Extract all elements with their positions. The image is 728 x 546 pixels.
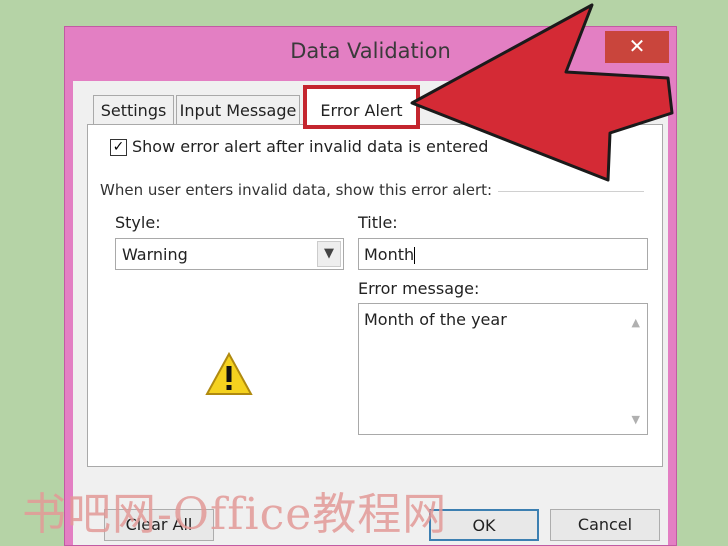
watermark: 书吧网-Office教程网 bbox=[22, 489, 448, 540]
red-arrow-annotation bbox=[410, 3, 674, 182]
